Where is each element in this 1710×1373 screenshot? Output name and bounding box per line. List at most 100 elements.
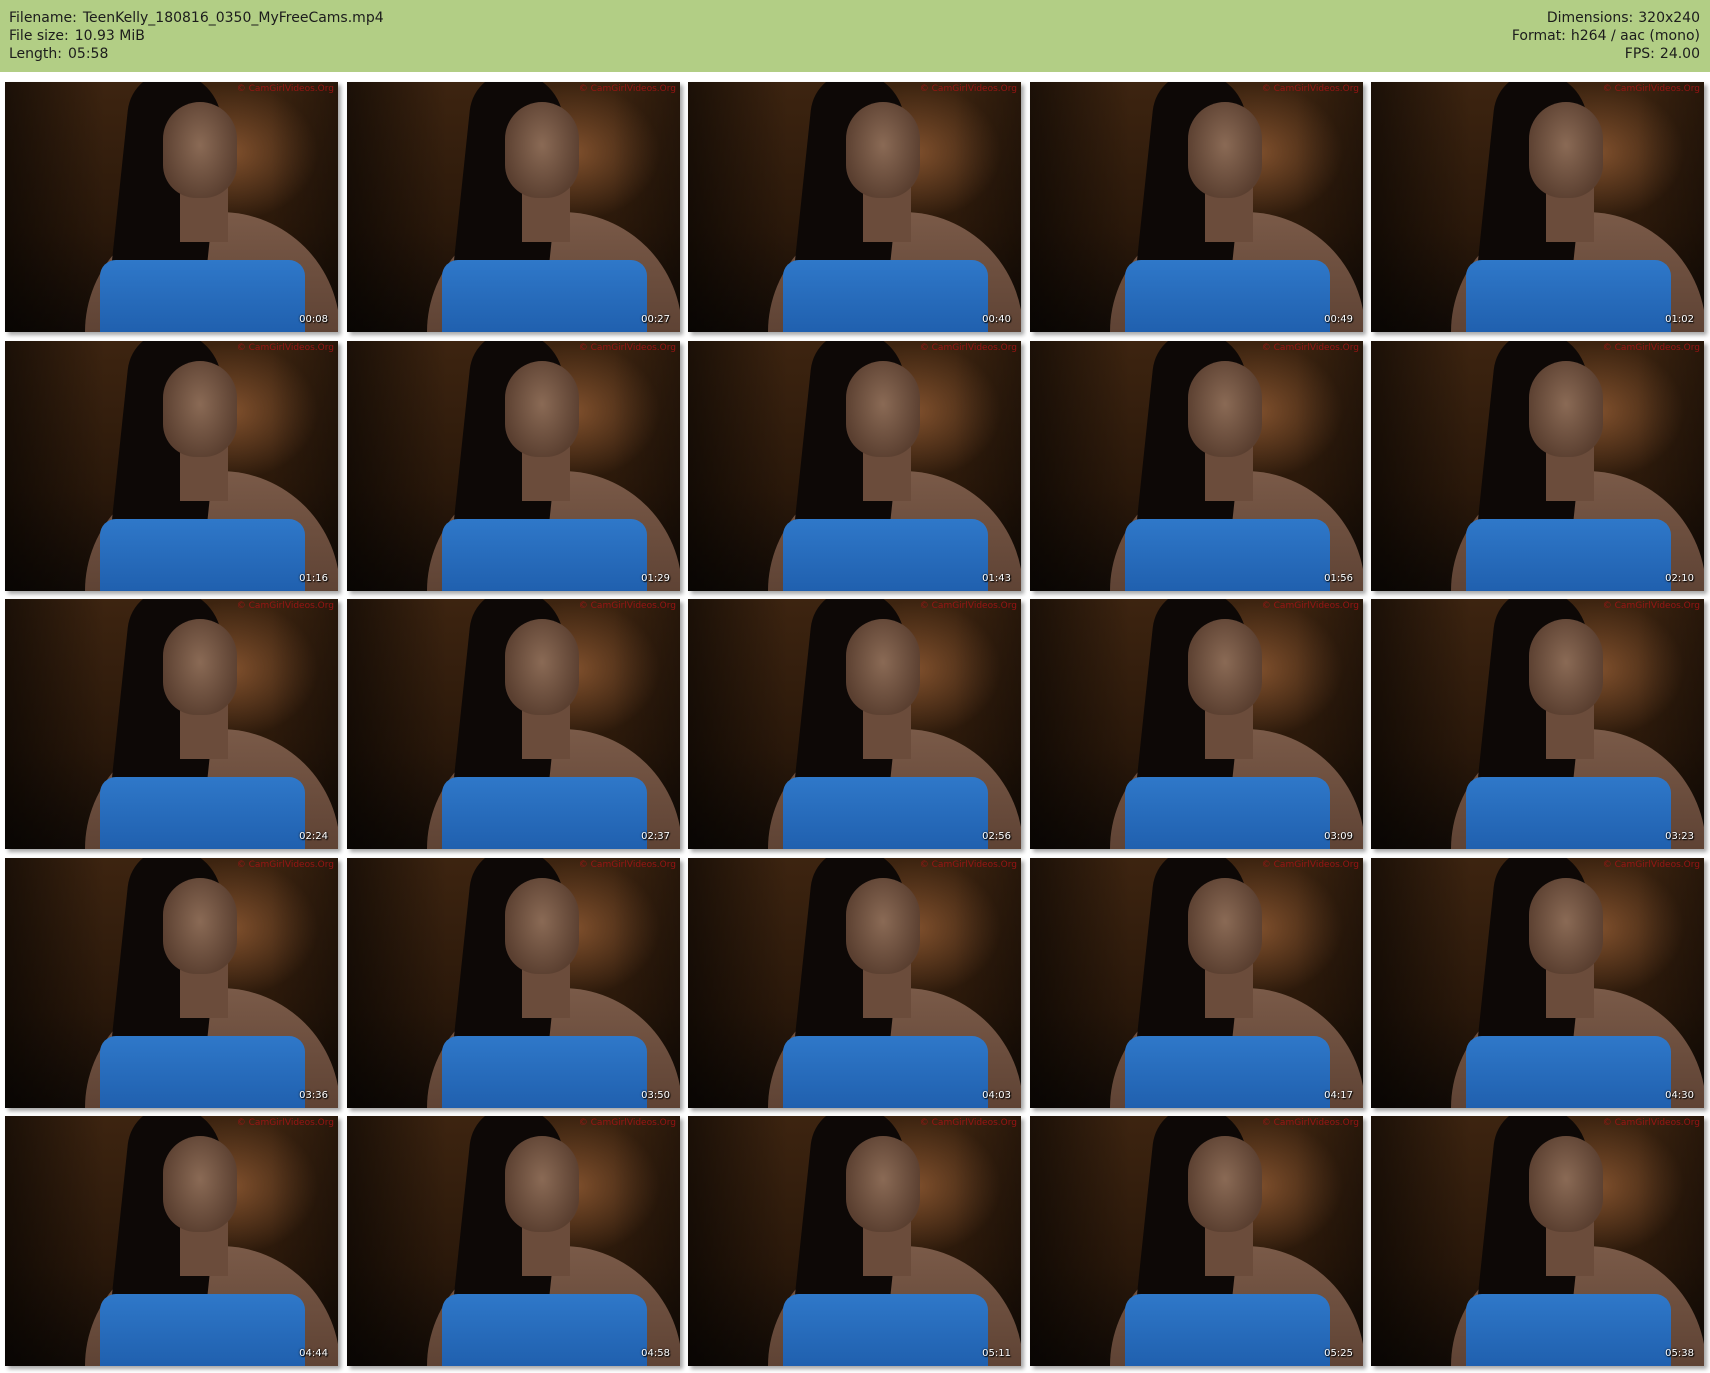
- frame-clothing: [1466, 777, 1671, 849]
- watermark-text: © CamGirlVideos.Org: [236, 84, 334, 94]
- video-thumbnail: © CamGirlVideos.Org 02:24: [5, 599, 338, 849]
- frame-face: [1188, 878, 1262, 974]
- thumbnail-timestamp: 03:50: [641, 1090, 670, 1101]
- fps-row: FPS: 24.00: [1512, 45, 1700, 63]
- frame-face: [1529, 619, 1603, 715]
- watermark-text: © CamGirlVideos.Org: [919, 1118, 1017, 1128]
- frame-clothing: [100, 1294, 305, 1366]
- video-thumbnail: © CamGirlVideos.Org 03:50: [347, 858, 680, 1108]
- fps-label: FPS:: [1624, 46, 1655, 62]
- video-thumbnail: © CamGirlVideos.Org 01:43: [688, 341, 1021, 591]
- filename-value: TeenKelly_180816_0350_MyFreeCams.mp4: [82, 10, 384, 26]
- watermark-text: © CamGirlVideos.Org: [1602, 343, 1700, 353]
- watermark-text: © CamGirlVideos.Org: [919, 601, 1017, 611]
- metadata-right: Dimensions: 320x240 Format: h264 / aac (mo…: [1512, 9, 1700, 63]
- video-thumbnail: © CamGirlVideos.Org 05:38: [1371, 1116, 1704, 1366]
- frame-face: [1188, 619, 1262, 715]
- filesize-row: File size: 10.93 MiB: [9, 27, 384, 45]
- thumbnail-timestamp: 01:16: [299, 573, 328, 584]
- thumbnail-timestamp: 03:23: [1665, 831, 1694, 842]
- watermark-text: © CamGirlVideos.Org: [1261, 1118, 1359, 1128]
- watermark-text: © CamGirlVideos.Org: [578, 860, 676, 870]
- watermark-text: © CamGirlVideos.Org: [578, 601, 676, 611]
- video-thumbnail: © CamGirlVideos.Org 04:30: [1371, 858, 1704, 1108]
- filesize-label: File size:: [9, 28, 69, 44]
- video-thumbnail: © CamGirlVideos.Org 01:02: [1371, 82, 1704, 332]
- frame-clothing: [1125, 1036, 1330, 1108]
- watermark-text: © CamGirlVideos.Org: [1602, 84, 1700, 94]
- format-row: Format: h264 / aac (mono): [1512, 27, 1700, 45]
- frame-clothing: [442, 1036, 647, 1108]
- watermark-text: © CamGirlVideos.Org: [236, 601, 334, 611]
- thumbnail-timestamp: 03:09: [1324, 831, 1353, 842]
- thumbnail-timestamp: 01:43: [982, 573, 1011, 584]
- video-thumbnail: © CamGirlVideos.Org 04:58: [347, 1116, 680, 1366]
- frame-face: [1529, 878, 1603, 974]
- watermark-text: © CamGirlVideos.Org: [578, 343, 676, 353]
- frame-face: [1188, 1136, 1262, 1232]
- frame-clothing: [783, 777, 988, 849]
- thumbnail-timestamp: 04:17: [1324, 1090, 1353, 1101]
- frame-clothing: [783, 519, 988, 591]
- watermark-text: © CamGirlVideos.Org: [578, 1118, 676, 1128]
- format-label: Format:: [1511, 28, 1566, 44]
- frame-clothing: [783, 1036, 988, 1108]
- format-value: h264 / aac (mono): [1570, 28, 1700, 44]
- frame-face: [846, 619, 920, 715]
- frame-clothing: [100, 519, 305, 591]
- video-thumbnail: © CamGirlVideos.Org 03:23: [1371, 599, 1704, 849]
- dimensions-label: Dimensions:: [1546, 10, 1634, 26]
- thumbnail-timestamp: 02:37: [641, 831, 670, 842]
- frame-clothing: [1125, 1294, 1330, 1366]
- metadata-left: Filename: TeenKelly_180816_0350_MyFreeCam…: [9, 9, 384, 63]
- frame-face: [163, 1136, 237, 1232]
- thumbnail-timestamp: 02:56: [982, 831, 1011, 842]
- watermark-text: © CamGirlVideos.Org: [236, 343, 334, 353]
- frame-face: [505, 102, 579, 198]
- video-thumbnail: © CamGirlVideos.Org 04:44: [5, 1116, 338, 1366]
- frame-face: [163, 878, 237, 974]
- filename-label: Filename:: [9, 10, 77, 26]
- filesize-value: 10.93 MiB: [74, 28, 145, 44]
- watermark-text: © CamGirlVideos.Org: [1261, 860, 1359, 870]
- dimensions-value: 320x240: [1638, 10, 1700, 26]
- thumbnail-timestamp: 04:03: [982, 1090, 1011, 1101]
- video-thumbnail: © CamGirlVideos.Org 01:29: [347, 341, 680, 591]
- thumbnail-timestamp: 01:56: [1324, 573, 1353, 584]
- frame-face: [846, 878, 920, 974]
- watermark-text: © CamGirlVideos.Org: [236, 1118, 334, 1128]
- frame-clothing: [442, 777, 647, 849]
- thumbnail-grid: © CamGirlVideos.Org 00:08 © CamGirlVideos.…: [5, 82, 1705, 1367]
- length-row: Length: 05:58: [9, 45, 384, 63]
- watermark-text: © CamGirlVideos.Org: [1261, 343, 1359, 353]
- frame-face: [1188, 102, 1262, 198]
- watermark-text: © CamGirlVideos.Org: [1261, 84, 1359, 94]
- frame-clothing: [1125, 260, 1330, 332]
- frame-clothing: [442, 1294, 647, 1366]
- video-thumbnail: © CamGirlVideos.Org 01:56: [1030, 341, 1363, 591]
- frame-face: [846, 361, 920, 457]
- thumbnail-timestamp: 01:29: [641, 573, 670, 584]
- frame-clothing: [1125, 519, 1330, 591]
- video-thumbnail: © CamGirlVideos.Org 04:03: [688, 858, 1021, 1108]
- thumbnail-timestamp: 02:24: [299, 831, 328, 842]
- video-thumbnail: © CamGirlVideos.Org 05:25: [1030, 1116, 1363, 1366]
- frame-clothing: [1466, 1294, 1671, 1366]
- frame-face: [1529, 1136, 1603, 1232]
- info-header: Filename: TeenKelly_180816_0350_MyFreeCam…: [0, 0, 1710, 72]
- frame-face: [1529, 361, 1603, 457]
- frame-face: [846, 102, 920, 198]
- frame-clothing: [783, 1294, 988, 1366]
- watermark-text: © CamGirlVideos.Org: [919, 860, 1017, 870]
- video-thumbnail: © CamGirlVideos.Org 05:11: [688, 1116, 1021, 1366]
- watermark-text: © CamGirlVideos.Org: [1602, 1118, 1700, 1128]
- frame-clothing: [442, 519, 647, 591]
- thumbnail-timestamp: 05:25: [1324, 1348, 1353, 1359]
- frame-clothing: [1466, 1036, 1671, 1108]
- video-thumbnail: © CamGirlVideos.Org 02:56: [688, 599, 1021, 849]
- thumbnail-timestamp: 00:08: [299, 314, 328, 325]
- frame-clothing: [1125, 777, 1330, 849]
- frame-face: [163, 619, 237, 715]
- watermark-text: © CamGirlVideos.Org: [578, 84, 676, 94]
- length-value: 05:58: [68, 46, 109, 62]
